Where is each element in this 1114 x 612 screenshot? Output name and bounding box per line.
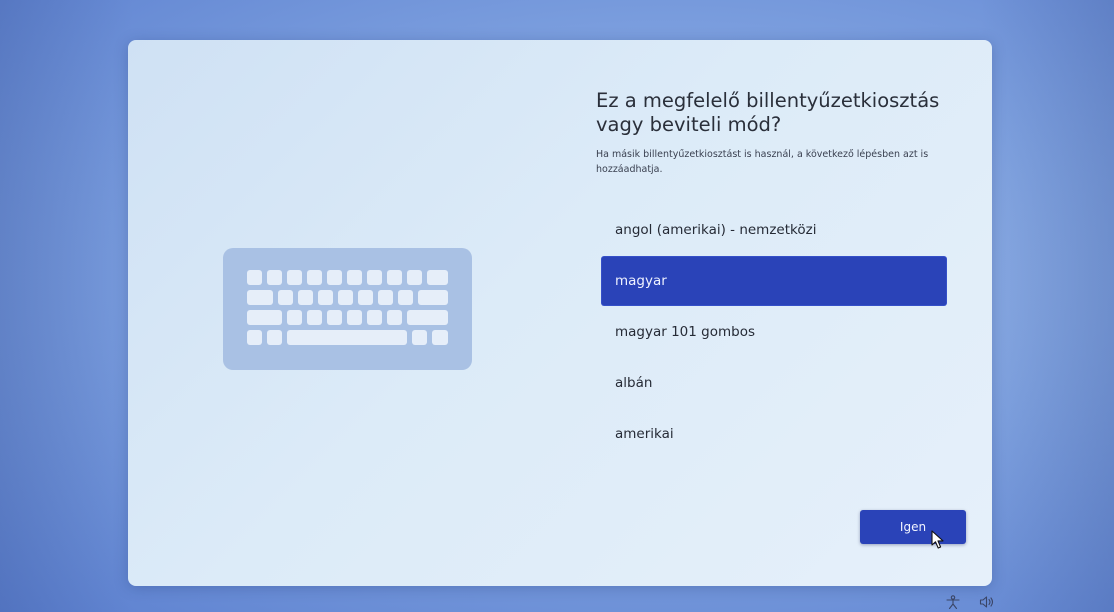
layout-option-label: amerikai (615, 426, 674, 442)
layout-option-label: albán (615, 375, 653, 391)
layout-option-magyar[interactable]: magyar (602, 257, 946, 305)
volume-icon[interactable] (979, 595, 995, 609)
setup-dialog: Ez a megfelelő billentyűzetkiosztás vagy… (128, 40, 992, 586)
keyboard-icon (223, 248, 472, 370)
layout-option-label: angol (amerikai) - nemzetközi (615, 222, 817, 238)
yes-button[interactable]: Igen (860, 510, 966, 544)
layout-option-magyar-101-gombos[interactable]: magyar 101 gombos (602, 308, 946, 356)
keyboard-layout-list: angol (amerikai) - nemzetközi magyar mag… (602, 206, 946, 461)
page-description: Ha másik billentyűzetkiosztást is haszná… (596, 149, 929, 175)
accessibility-icon[interactable] (945, 595, 961, 609)
layout-option-alban[interactable]: albán (602, 359, 946, 407)
layout-option-angol-amerikai-nemzetkozi[interactable]: angol (amerikai) - nemzetközi (602, 206, 946, 254)
layout-option-amerikai[interactable]: amerikai (602, 410, 946, 458)
layout-option-label: magyar (615, 273, 667, 289)
mouse-cursor-icon (931, 530, 944, 549)
layout-option-label: magyar 101 gombos (615, 324, 755, 340)
page-title: Ez a megfelelő billentyűzetkiosztás vagy… (596, 89, 940, 136)
